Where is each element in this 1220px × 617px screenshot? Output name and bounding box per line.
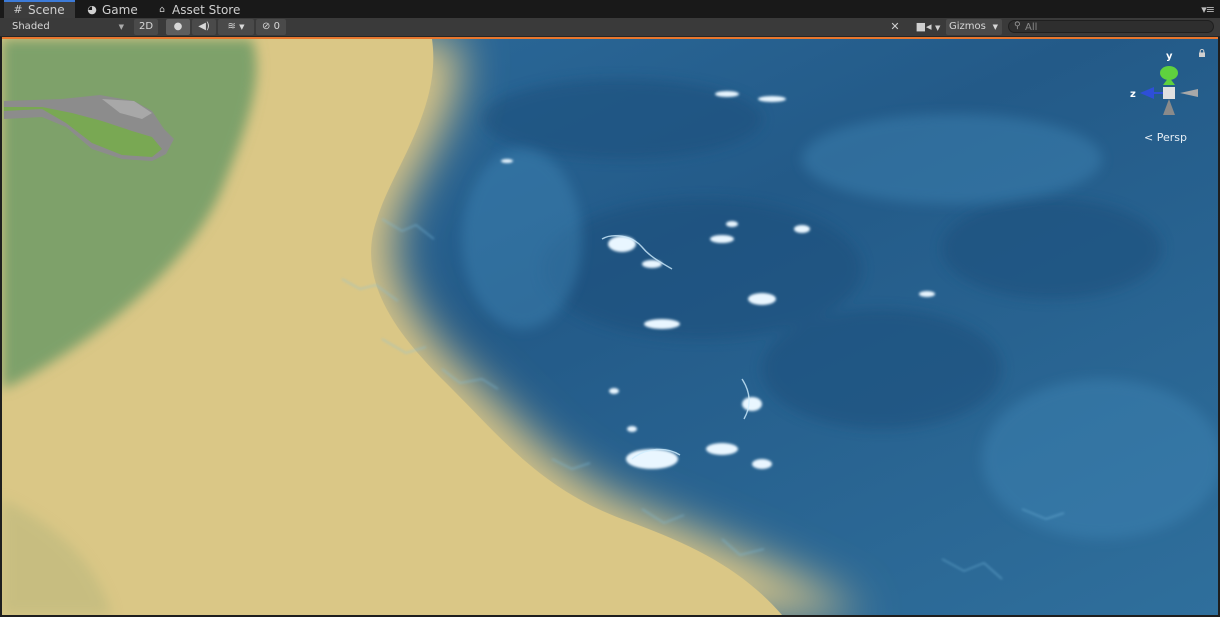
pacman-icon: ◕ xyxy=(87,3,97,16)
bulb-icon: ● xyxy=(173,21,183,32)
grid-icon: # xyxy=(13,3,23,16)
tab-asset-store[interactable]: ⌂ Asset Store xyxy=(156,2,240,18)
tab-asset-store-label: Asset Store xyxy=(172,3,241,17)
bag-icon: ⌂ xyxy=(159,5,165,15)
gizmo-y-label: y xyxy=(1166,51,1173,62)
editor-tab-strip: # Scene ◕ Game ⌂ Asset Store ▾≡ xyxy=(0,0,1220,18)
gizmos-dropdown[interactable]: Gizmos ▼ xyxy=(946,19,1002,35)
projection-label: Persp xyxy=(1156,131,1187,144)
chevron-down-icon: ▼ xyxy=(935,24,941,32)
chevron-down-icon: ▼ xyxy=(239,23,245,31)
mode-2d-toggle[interactable]: 2D xyxy=(134,19,158,35)
hidden-count: 0 xyxy=(273,21,280,32)
lock-icon[interactable] xyxy=(1198,49,1206,57)
scene-effects-dropdown[interactable]: ≋ ▼ xyxy=(218,19,254,35)
scene-lighting-toggle[interactable]: ● xyxy=(166,19,190,35)
eye-slash-icon: ⊘ xyxy=(262,21,271,32)
speaker-icon: ◀) xyxy=(198,21,210,32)
projection-toggle[interactable]: < Persp xyxy=(1144,131,1187,144)
draw-mode-dropdown[interactable]: Shaded ▼ xyxy=(12,19,128,35)
search-placeholder: All xyxy=(1025,22,1038,33)
scene-viewport[interactable]: y z < Persp xyxy=(2,37,1218,615)
scene-toolbar: Shaded ▼ 2D ● ◀) ≋ ▼ ⊘ 0 ✕ ■◂ ▼ Gizmos ▼… xyxy=(0,18,1220,37)
gizmos-label: Gizmos xyxy=(949,21,986,32)
tab-scene[interactable]: # Scene xyxy=(4,0,75,18)
hidden-objects-toggle[interactable]: ⊘ 0 xyxy=(256,19,286,35)
tab-game-label: Game xyxy=(102,3,138,17)
tab-game[interactable]: ◕ Game xyxy=(86,2,138,18)
gizmo-y-neg-axis[interactable] xyxy=(1163,99,1175,115)
chevron-down-icon: ▼ xyxy=(992,23,998,31)
gizmo-x-neg-axis[interactable] xyxy=(1180,89,1198,97)
camera-settings-dropdown[interactable]: ■◂ ▼ xyxy=(914,19,942,35)
gizmo-center-cube[interactable] xyxy=(1163,87,1175,99)
panel-menu-icon[interactable]: ▾≡ xyxy=(1201,3,1215,16)
scene-search-input[interactable]: ⚲ All xyxy=(1008,20,1214,33)
layers-icon: ≋ xyxy=(227,21,236,32)
perspective-icon: < xyxy=(1144,131,1154,144)
scene-render xyxy=(2,39,1218,615)
search-icon: ⚲ xyxy=(1014,21,1021,31)
mode-2d-label: 2D xyxy=(138,21,154,32)
camera-icon: ■◂ xyxy=(915,20,932,33)
orientation-gizmo[interactable]: y z xyxy=(1122,47,1212,127)
draw-mode-value: Shaded xyxy=(12,21,50,32)
tools-icon[interactable]: ✕ xyxy=(886,19,904,35)
chevron-down-icon: ▼ xyxy=(118,23,124,31)
tab-scene-label: Scene xyxy=(28,3,65,17)
gizmo-z-label: z xyxy=(1130,89,1136,100)
scene-audio-toggle[interactable]: ◀) xyxy=(192,19,216,35)
